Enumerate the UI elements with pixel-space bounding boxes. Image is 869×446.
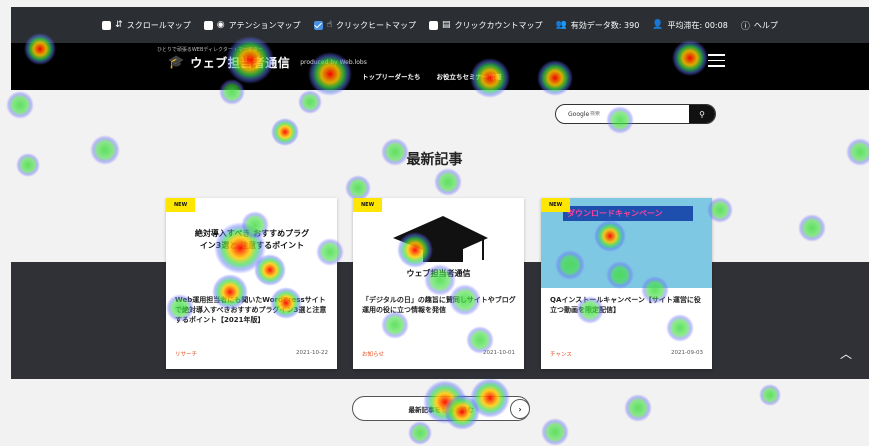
thumbnail-text: 絶対導入すべき おすすめプラグイン3選と 注意するポイント bbox=[194, 229, 310, 250]
search-icon: ⚲ bbox=[699, 109, 705, 119]
scroll-map-icon: ⇵ bbox=[115, 20, 123, 30]
toolbar-label: アテンションマップ bbox=[228, 20, 301, 30]
eye-icon: ◉ bbox=[216, 20, 225, 30]
new-badge: NEW bbox=[166, 198, 196, 212]
toolbar-label: スクロールマップ bbox=[126, 20, 191, 30]
more-articles-button[interactable]: 最新記事をもっと読む › bbox=[352, 396, 530, 421]
help-icon: ⓘ bbox=[740, 21, 750, 32]
section-title: 最新記事 bbox=[406, 152, 463, 168]
toolbar-scroll-map[interactable]: ⇵ スクロールマップ bbox=[102, 20, 191, 31]
toolbar-click-heatmap[interactable]: ☝ クリックヒートマップ bbox=[313, 20, 417, 31]
site-nav: トップリーダーたち お役立ちセミナー情報 bbox=[362, 71, 502, 81]
toolbar-click-count-map[interactable]: ▤ クリックカウントマップ bbox=[429, 20, 543, 31]
toolbar-label: クリックカウントマップ bbox=[454, 20, 543, 30]
checkbox[interactable] bbox=[102, 20, 112, 30]
site-search: Google ⚲ bbox=[555, 104, 716, 124]
help-text: ヘルプ bbox=[753, 20, 778, 30]
user-clock-icon: 👤 bbox=[652, 20, 664, 30]
new-badge: NEW bbox=[353, 198, 383, 212]
article-category[interactable]: チャンス bbox=[550, 350, 572, 358]
search-button[interactable]: ⚲ bbox=[689, 105, 715, 123]
checkbox-checked[interactable] bbox=[313, 20, 323, 30]
article-title[interactable]: 「デジタルの日」の趣旨に賛同しサイトやブログ運用の役に立つ情報を発信 bbox=[362, 295, 516, 315]
site-header: ひとりで頑張るWEBディレクター・マーケター 🎓 ウェブ担当者通信 produc… bbox=[11, 43, 869, 90]
avg-stay: 👤 平均滞在: 00:08 bbox=[652, 20, 728, 31]
heatmap-viewer: ⇵ スクロールマップ ◉ アテンションマップ ☝ クリックヒートマップ ▤ クリ… bbox=[0, 0, 869, 446]
article-date: 2021-09-03 bbox=[671, 350, 703, 356]
site-tagline: ひとりで頑張るWEBディレクター・マーケター bbox=[157, 47, 263, 53]
graduation-cap-icon: 🎓 bbox=[168, 55, 185, 70]
heatmap-toolbar: ⇵ スクロールマップ ◉ アテンションマップ ☝ クリックヒートマップ ▤ クリ… bbox=[11, 7, 869, 43]
users-icon: 👥 bbox=[555, 20, 567, 30]
more-articles-label: 最新記事をもっと読む bbox=[408, 405, 474, 414]
site-logo[interactable]: 🎓 ウェブ担当者通信 produced by Web.lobs bbox=[168, 54, 367, 71]
hamburger-menu-icon[interactable] bbox=[708, 54, 725, 67]
article-date: 2021-10-22 bbox=[296, 350, 328, 356]
help-link[interactable]: ⓘ ヘルプ bbox=[741, 19, 778, 32]
nav-item[interactable]: トップリーダーたち bbox=[362, 71, 421, 81]
article-category[interactable]: お知らせ bbox=[362, 350, 384, 358]
article-thumbnail[interactable]: NEW 絶対導入すべき おすすめプラグイン3選と 注意するポイント bbox=[166, 198, 337, 288]
toolbar-label: クリックヒートマップ bbox=[336, 20, 417, 30]
checkbox[interactable] bbox=[203, 20, 213, 30]
toolbar-attention-map[interactable]: ◉ アテンションマップ bbox=[203, 20, 301, 31]
article-date: 2021-10-01 bbox=[483, 350, 515, 356]
article-category[interactable]: リサーチ bbox=[175, 350, 197, 358]
chevron-right-icon: › bbox=[510, 399, 530, 419]
chevron-up-icon[interactable]: ︿ bbox=[840, 345, 852, 362]
article-title[interactable]: Web運用担当者にも聞いたWordPressサイトで絶対導入すべきおすすめプラグ… bbox=[175, 295, 329, 325]
count-icon: ▤ bbox=[442, 20, 451, 30]
new-badge: NEW bbox=[541, 198, 571, 212]
data-count: 👥 有効データ数: 390 bbox=[556, 20, 640, 31]
article-title[interactable]: QAインストールキャンペーン【サイト運営に役立つ動画を限定配信】 bbox=[550, 295, 704, 315]
article-card[interactable]: NEW ダウンロードキャンペーン QAインストールキャンペーン【サイト運営に役立… bbox=[541, 198, 712, 369]
google-logo: Google bbox=[568, 110, 590, 118]
article-card[interactable]: NEW 絶対導入すべき おすすめプラグイン3選と 注意するポイント Web運用担… bbox=[166, 198, 337, 369]
article-thumbnail[interactable]: NEW ウェブ担当者通信 bbox=[353, 198, 524, 288]
data-count-text: 有効データ数: 390 bbox=[570, 20, 640, 30]
avg-stay-text: 平均滞在: 00:08 bbox=[667, 20, 728, 30]
produced-by: produced by Web.lobs bbox=[300, 59, 367, 66]
search-input[interactable] bbox=[590, 111, 689, 117]
nav-item[interactable]: お役立ちセミナー情報 bbox=[437, 71, 502, 81]
click-icon: ☝ bbox=[326, 20, 333, 30]
thumbnail-text: ダウンロードキャンペーン bbox=[563, 206, 693, 221]
graduation-cap-icon bbox=[393, 216, 488, 262]
checkbox[interactable] bbox=[429, 20, 439, 30]
article-thumbnail[interactable]: NEW ダウンロードキャンペーン bbox=[541, 198, 712, 288]
thumbnail-text: ウェブ担当者通信 bbox=[406, 269, 471, 278]
article-card[interactable]: NEW ウェブ担当者通信 「デジタルの日」の趣旨に賛同しサイトやブログ運用の役に… bbox=[353, 198, 524, 369]
logo-text: ウェブ担当者通信 bbox=[190, 56, 291, 70]
